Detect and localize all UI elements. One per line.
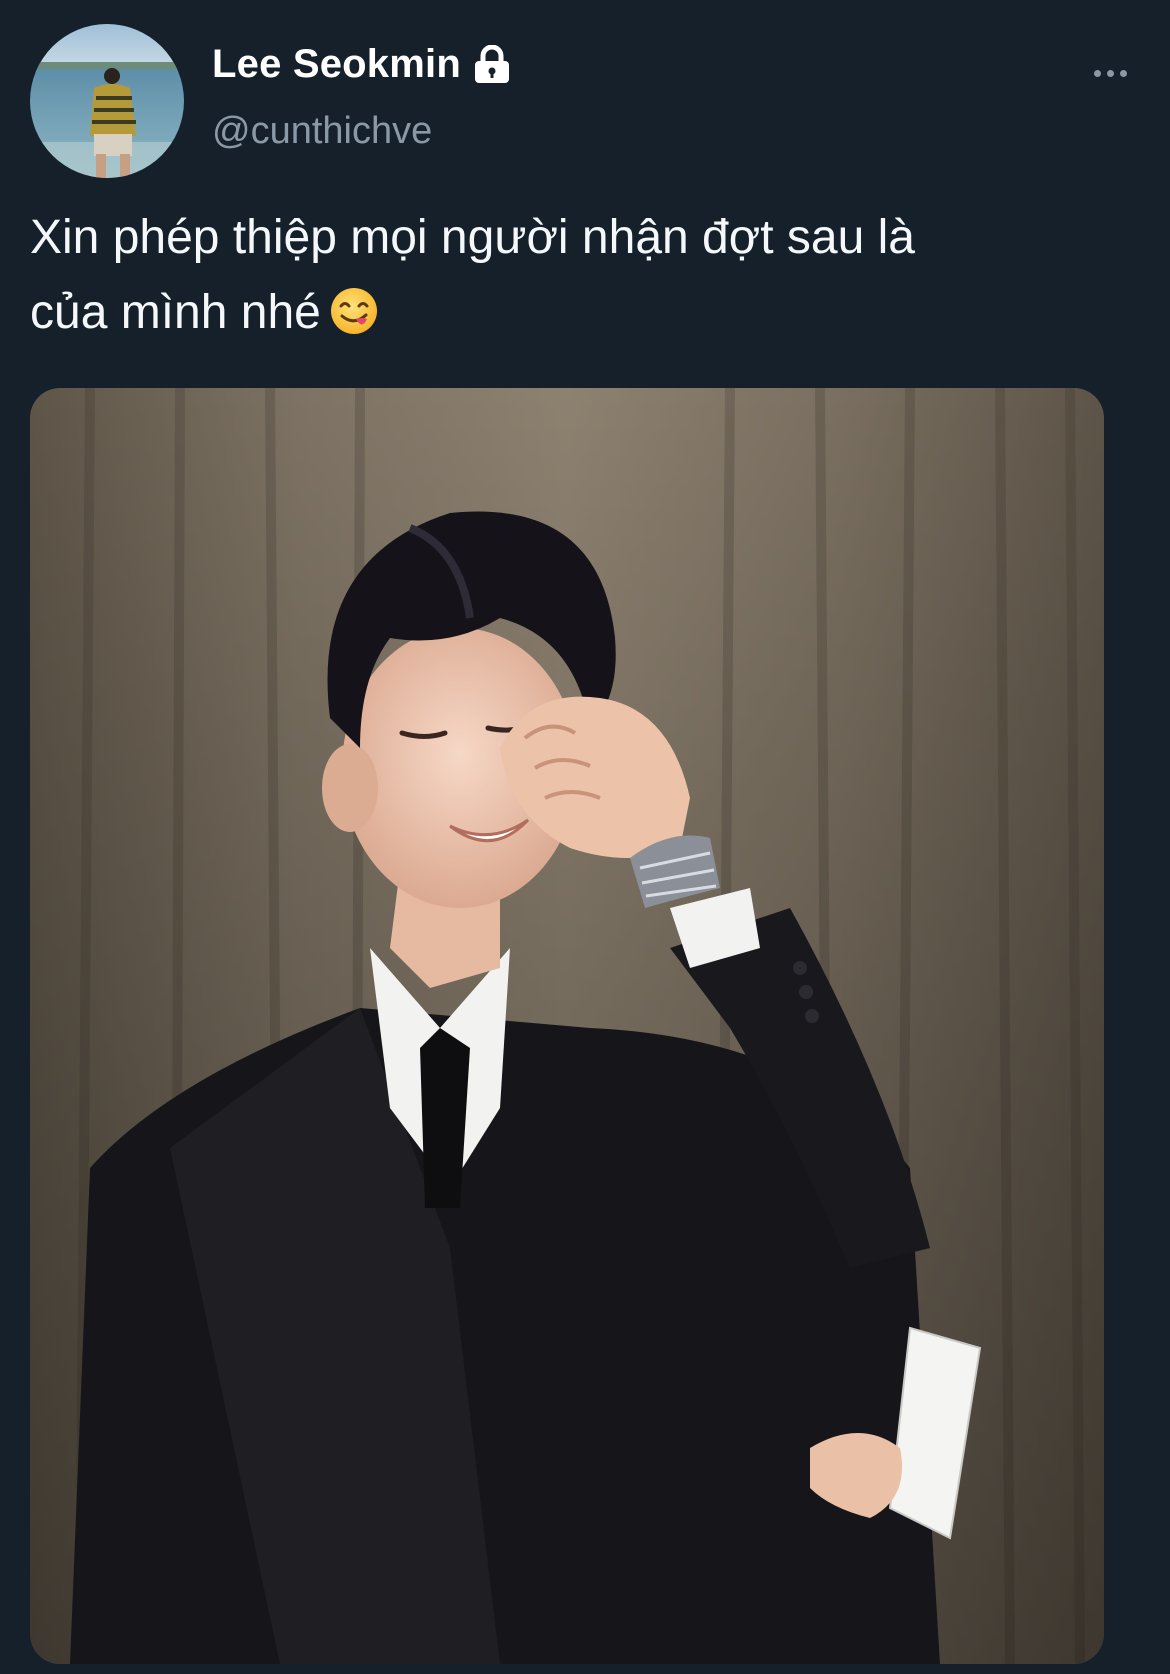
more-options-icon xyxy=(1093,69,1101,77)
tweet-text-line: của mình nhé xyxy=(30,286,321,339)
avatar[interactable] xyxy=(30,24,184,178)
display-name[interactable]: Lee Seokmin xyxy=(212,42,461,87)
tweet-text-line-2: của mình nhé xyxy=(30,275,1130,358)
tweet-card: Lee Seokmin @cunthichve Xin phép thiệp m… xyxy=(0,0,1170,1674)
tweet-photo[interactable] xyxy=(30,388,1104,1664)
author-handle[interactable]: @cunthichve xyxy=(212,110,432,153)
tweet-text-line: Xin phép thiệp mọi người nhận đợt sau là xyxy=(30,211,915,264)
yum-face-emoji-icon xyxy=(329,283,379,358)
more-options-dot xyxy=(1119,69,1127,77)
avatar-photo xyxy=(30,24,184,178)
lock-icon xyxy=(473,44,511,85)
author-name-row: Lee Seokmin xyxy=(212,42,511,87)
more-options-dot xyxy=(1106,69,1114,77)
tweet-text: Xin phép thiệp mọi người nhận đợt sau là… xyxy=(30,200,1130,358)
more-options-button[interactable] xyxy=(1080,58,1140,88)
photo-image xyxy=(30,388,1104,1664)
